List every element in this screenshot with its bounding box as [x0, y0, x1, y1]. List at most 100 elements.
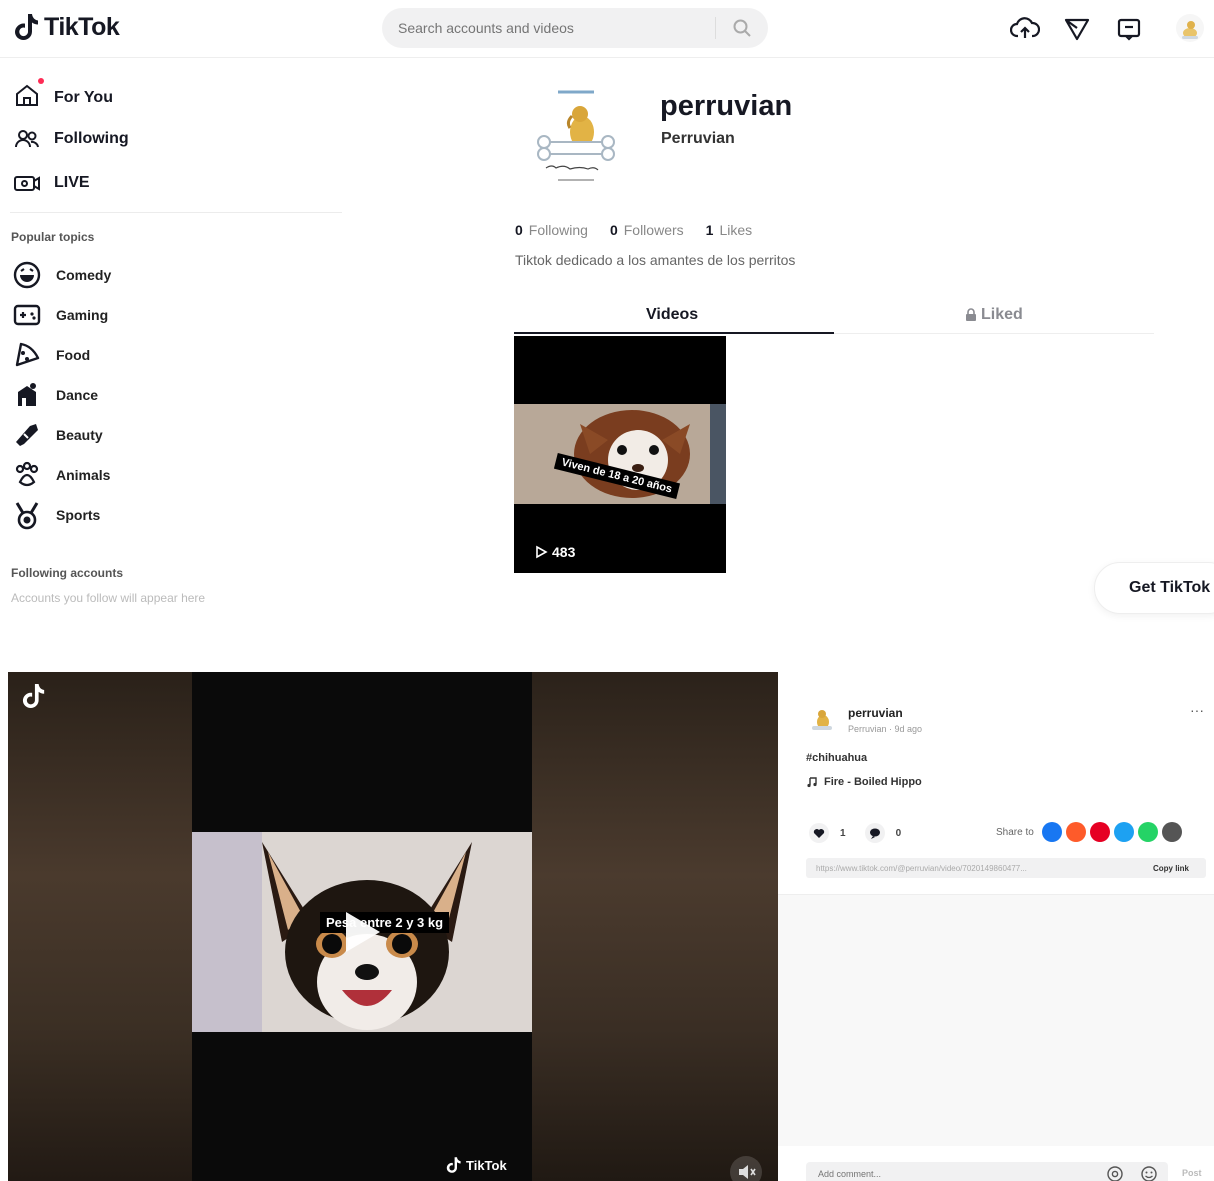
- video-caption: Pesa entre 2 y 3 kg: [320, 912, 450, 933]
- comment-input[interactable]: [806, 1169, 1106, 1179]
- get-app-button[interactable]: Get TikTok App: [1094, 562, 1214, 614]
- nav-label: For You: [54, 88, 113, 106]
- share-row: Share to: [996, 822, 1182, 842]
- profile-handle: perruvian: [660, 90, 793, 122]
- music-note-icon: [807, 777, 817, 788]
- home-icon-wrap: [12, 78, 44, 115]
- likes-label: Likes: [719, 222, 753, 238]
- search-input[interactable]: [382, 8, 715, 48]
- blurred-backdrop-left: [8, 672, 194, 1181]
- emoji-icon[interactable]: [1140, 1165, 1158, 1181]
- nav-live[interactable]: LIVE: [12, 168, 90, 198]
- following-accounts-hint: Accounts you follow will appear here: [11, 591, 206, 605]
- topic-animals[interactable]: Animals: [12, 460, 110, 490]
- animals-icon: [15, 461, 39, 487]
- post-comment-button[interactable]: Post: [1182, 1168, 1202, 1178]
- mention-icon[interactable]: [1106, 1165, 1124, 1181]
- topic-comedy[interactable]: Comedy: [12, 260, 111, 290]
- profile-stats: 0 Following 0 Followers 1 Likes: [515, 222, 752, 238]
- tiktok-note-icon: [22, 684, 45, 708]
- facebook-icon[interactable]: [1041, 822, 1062, 842]
- heart-icon[interactable]: [808, 822, 830, 844]
- profile-display-name: Perruvian: [661, 130, 735, 147]
- play-count-icon: [536, 545, 548, 559]
- topic-label: Animals: [56, 467, 111, 483]
- chihuahua-thumbnail-image: [514, 404, 726, 504]
- user-avatar[interactable]: [1176, 14, 1204, 42]
- video-screenshot: Pesa entre 2 y 3 kg TikTok perruvian Per…: [0, 672, 1214, 1181]
- reddit-icon[interactable]: [1065, 822, 1086, 842]
- mute-button[interactable]: [730, 1156, 762, 1181]
- gaming-icon: [13, 304, 41, 326]
- brand-name: TikTok: [44, 12, 120, 41]
- topic-label: Food: [56, 347, 91, 363]
- nav-following[interactable]: Following: [12, 124, 129, 154]
- view-count-value: 483: [552, 544, 576, 560]
- profile-bio: Tiktok dedicado a los amantes de los per…: [515, 252, 796, 268]
- tiktok-logo[interactable]: TikTok: [14, 12, 120, 42]
- twitter-icon[interactable]: [1113, 822, 1134, 842]
- sidebar-divider: [10, 212, 342, 213]
- upload-button[interactable]: [1010, 14, 1040, 44]
- post-author-avatar[interactable]: [808, 704, 836, 734]
- active-tab-indicator: [514, 332, 834, 334]
- notification-dot: [38, 78, 44, 84]
- search-icon: [733, 19, 751, 37]
- post-actions: 1 0: [808, 822, 901, 844]
- topic-sports[interactable]: Sports: [12, 500, 100, 530]
- popular-topics-heading: Popular topics: [11, 230, 95, 244]
- topic-dance[interactable]: Dance: [12, 380, 98, 410]
- topic-gaming[interactable]: Gaming: [12, 300, 108, 330]
- stat-followers[interactable]: 0 Followers: [610, 222, 684, 238]
- nav-label: Following: [54, 130, 129, 147]
- live-icon: [14, 176, 40, 191]
- post-hashtag[interactable]: #chihuahua: [806, 752, 867, 764]
- copy-link-button[interactable]: Copy link: [1136, 864, 1206, 873]
- tab-liked[interactable]: Liked: [964, 306, 1023, 324]
- stat-following[interactable]: 0 Following: [515, 222, 588, 238]
- stat-likes: 1 Likes: [706, 222, 752, 238]
- speaker-muted-icon: [739, 1165, 756, 1179]
- topic-beauty[interactable]: Beauty: [12, 420, 103, 450]
- whatsapp-icon[interactable]: [1137, 822, 1158, 842]
- post-author-username[interactable]: perruvian: [848, 706, 903, 720]
- share-label: Share to: [996, 826, 1034, 838]
- home-icon: [16, 84, 38, 106]
- share-link-url[interactable]: https://www.tiktok.com/@perruvian/video/…: [806, 864, 1136, 873]
- profile-avatar[interactable]: [528, 88, 624, 192]
- share-link-box: https://www.tiktok.com/@perruvian/video/…: [806, 858, 1206, 878]
- topic-label: Dance: [56, 387, 99, 403]
- blurred-backdrop-right: [532, 672, 778, 1181]
- sports-icon: [15, 502, 39, 530]
- comment-input-bar: [806, 1162, 1168, 1181]
- search-button[interactable]: [716, 8, 768, 48]
- more-options-button[interactable]: ···: [1190, 702, 1204, 718]
- inbox-button[interactable]: [1114, 14, 1144, 44]
- post-music[interactable]: Fire - Boiled Hippo: [806, 776, 922, 788]
- nav-for-you[interactable]: For You: [12, 78, 113, 115]
- play-icon[interactable]: [342, 910, 382, 954]
- tab-videos[interactable]: Videos: [646, 306, 698, 324]
- topic-label: Gaming: [56, 307, 109, 323]
- likes-count: 1: [705, 222, 714, 238]
- music-title: Fire - Boiled Hippo: [824, 776, 922, 788]
- pinterest-icon[interactable]: [1089, 822, 1110, 842]
- chihuahua-video-image: Pesa entre 2 y 3 kg: [192, 832, 532, 1032]
- beauty-icon: [16, 424, 38, 446]
- messages-button[interactable]: [1062, 14, 1092, 44]
- comments-list[interactable]: [778, 894, 1214, 1146]
- send-icon: [1064, 18, 1090, 41]
- video-frame: Pesa entre 2 y 3 kg TikTok: [192, 672, 532, 1181]
- following-accounts-heading: Following accounts: [11, 566, 124, 580]
- sidebar: For You Following LIVE Popular topics Co…: [0, 60, 350, 630]
- perruvian-logo-icon: [537, 90, 615, 181]
- topic-food[interactable]: Food: [12, 340, 90, 370]
- dance-icon: [18, 383, 36, 406]
- comment-icon[interactable]: [864, 822, 886, 844]
- tiktok-note-icon: [446, 1157, 461, 1173]
- embed-icon[interactable]: [1161, 822, 1182, 842]
- video-thumbnail[interactable]: Viven de 18 a 20 años 483: [514, 336, 726, 573]
- tiktok-note-icon: [15, 14, 38, 40]
- cloud-upload-icon: [1010, 17, 1040, 38]
- video-player[interactable]: Pesa entre 2 y 3 kg TikTok: [8, 672, 778, 1181]
